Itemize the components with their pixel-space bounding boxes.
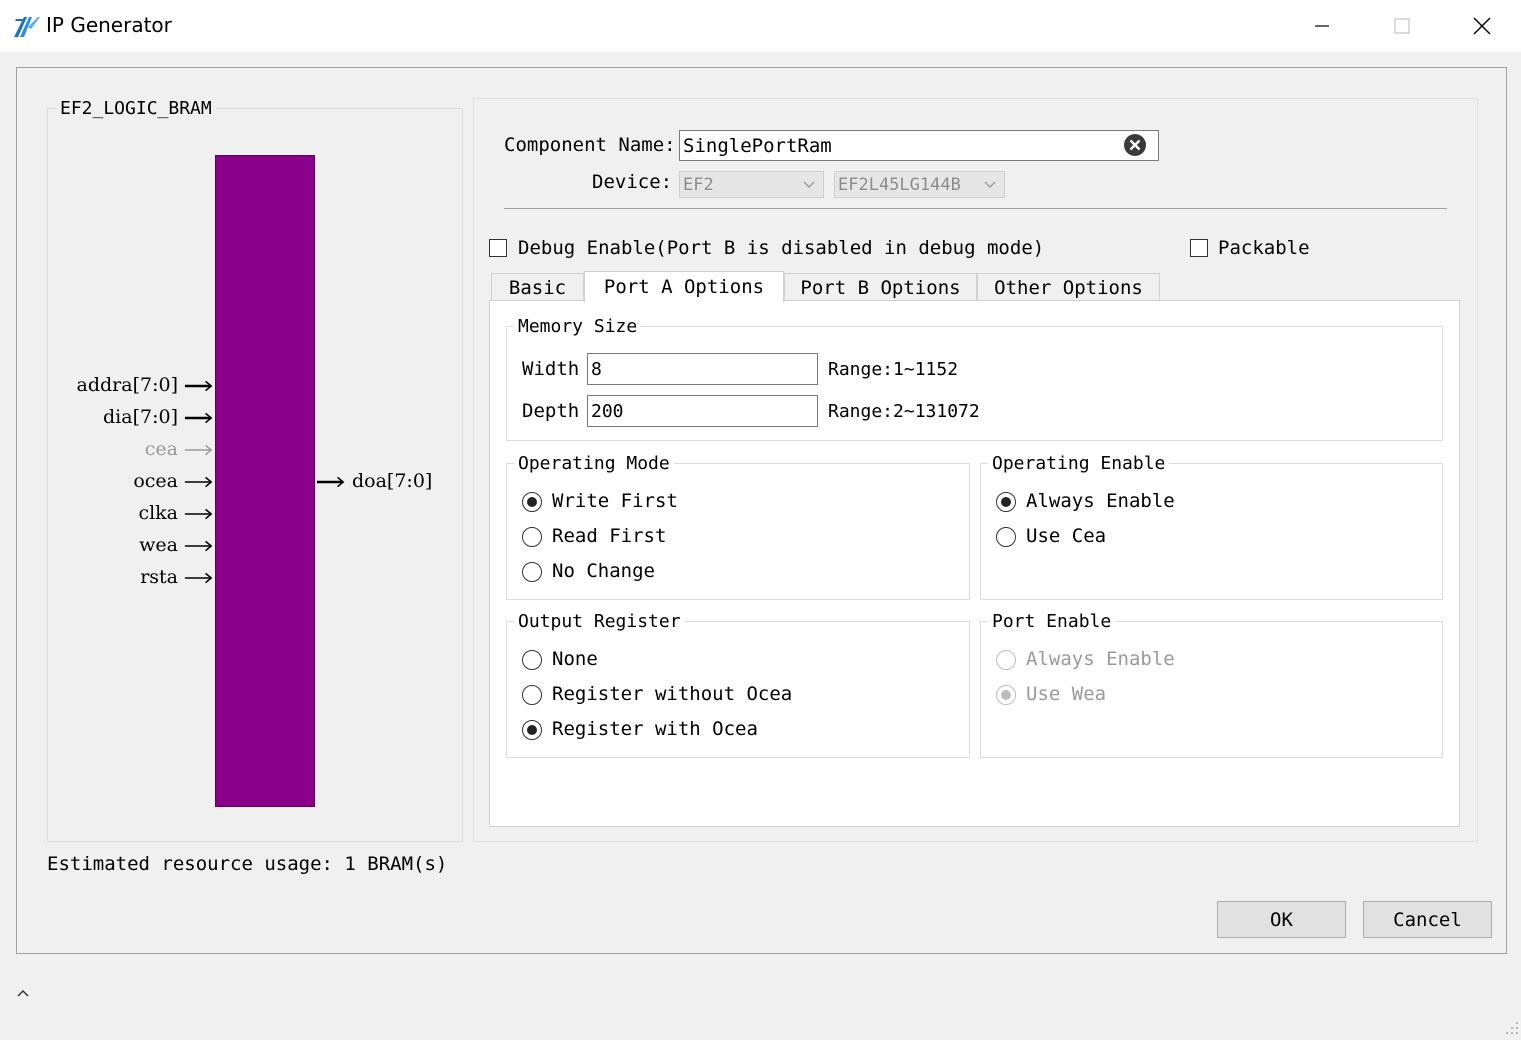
operating-mode-radio-1[interactable] [522,492,542,512]
debug-enable-label: Debug Enable(Port B is disabled in debug… [518,237,1045,259]
schematic-group-title: EF2_LOGIC_BRAM [56,98,216,119]
output-pin-label: doa[7:0] [352,470,433,492]
memory-size-title: Memory Size [514,316,642,337]
depth-input[interactable]: 200 [587,395,818,427]
output-register-radio-3[interactable] [522,720,542,740]
component-name-input[interactable]: SinglePortRam [679,130,1159,161]
signal-arrow-icon [184,476,213,488]
tab-port-a-options[interactable]: Port A Options [584,271,784,302]
input-pin-label: addra[7:0] [76,374,178,396]
maximize-icon [1394,18,1410,34]
operating-mode-option-label[interactable]: No Change [552,560,655,582]
signal-arrow-icon [184,444,213,456]
output-register-radio-1[interactable] [522,650,542,670]
packable-label: Packable [1218,237,1310,259]
output-register-option-label[interactable]: Register without Ocea [552,683,792,705]
operating-mode-radio-3[interactable] [522,562,542,582]
output-register-option-label[interactable]: None [552,648,598,670]
port-enable-option-label: Always Enable [1026,648,1175,670]
title-bar: IP Generator [0,0,1521,52]
port-enable-option-label: Use Wea [1026,683,1107,705]
port-enable-title: Port Enable [988,611,1116,632]
bus-arrow-icon [316,476,345,488]
tab-basic[interactable]: Basic [491,273,584,301]
input-pin-label: rsta [140,566,178,588]
input-pin-label: cea [144,438,178,460]
window-title: IP Generator [46,13,172,37]
bus-arrow-icon [184,380,213,392]
output-register-radio-2[interactable] [522,685,542,705]
depth-label: Depth [522,400,580,422]
operating-mode-option-label[interactable]: Read First [552,525,666,547]
signal-arrow-icon [184,508,213,520]
operating-enable-radio-2[interactable] [996,527,1016,547]
depth-value: 200 [591,400,624,422]
chevron-up-icon[interactable] [16,988,30,998]
debug-enable-checkbox[interactable] [489,239,507,257]
signal-arrow-icon [184,540,213,552]
minimize-icon [1315,25,1329,27]
chevron-down-icon [803,181,815,188]
operating-mode-title: Operating Mode [514,453,674,474]
device-family-select[interactable]: EF2 [679,171,824,198]
width-value: 8 [591,358,602,380]
clear-input-icon[interactable] [1123,133,1147,157]
operating-mode-radio-2[interactable] [522,527,542,547]
ok-button[interactable]: OK [1217,901,1346,938]
bus-arrow-icon [184,412,213,424]
minimize-button[interactable] [1282,0,1362,52]
cancel-button[interactable]: Cancel [1363,901,1492,938]
device-part-select[interactable]: EF2L45LG144B [834,171,1005,198]
separator [504,208,1447,209]
depth-range: Range:2~131072 [828,401,980,422]
resource-usage-text: Estimated resource usage: 1 BRAM(s) [47,853,448,875]
width-range: Range:1~1152 [828,359,959,380]
resize-grip-icon[interactable] [1500,1018,1520,1038]
component-name-value: SinglePortRam [683,134,832,157]
operating-enable-option-label[interactable]: Use Cea [1026,525,1106,547]
port-enable-radio-1 [996,650,1016,670]
width-label: Width [522,358,580,380]
packable-checkbox[interactable] [1190,239,1208,257]
bram-block [215,155,315,807]
input-pin-label: clka [138,502,178,524]
operating-enable-option-label[interactable]: Always Enable [1026,490,1175,512]
output-register-title: Output Register [514,611,685,632]
input-pin-label: ocea [133,470,178,492]
device-part-value: EF2L45LG144B [838,174,961,195]
close-icon [1473,17,1491,35]
port-enable-radio-2 [996,685,1016,705]
operating-mode-option-label[interactable]: Write First [552,490,678,512]
output-register-option-label[interactable]: Register with Ocea [552,718,758,740]
chevron-down-icon [984,181,996,188]
maximize-button[interactable] [1362,0,1442,52]
component-name-label: Component Name: [504,134,676,156]
ip-generator-logo-icon [14,17,40,37]
input-pin-label: dia[7:0] [103,406,178,428]
operating-enable-radio-1[interactable] [996,492,1016,512]
operating-enable-title: Operating Enable [988,453,1170,474]
close-window-button[interactable] [1442,0,1521,52]
tab-port-b-options[interactable]: Port B Options [784,273,977,301]
width-input[interactable]: 8 [587,353,818,385]
device-family-value: EF2 [683,174,714,195]
signal-arrow-icon [184,572,213,584]
input-pin-label: wea [139,534,178,556]
device-label: Device: [592,171,673,193]
tab-other-options[interactable]: Other Options [977,273,1160,301]
